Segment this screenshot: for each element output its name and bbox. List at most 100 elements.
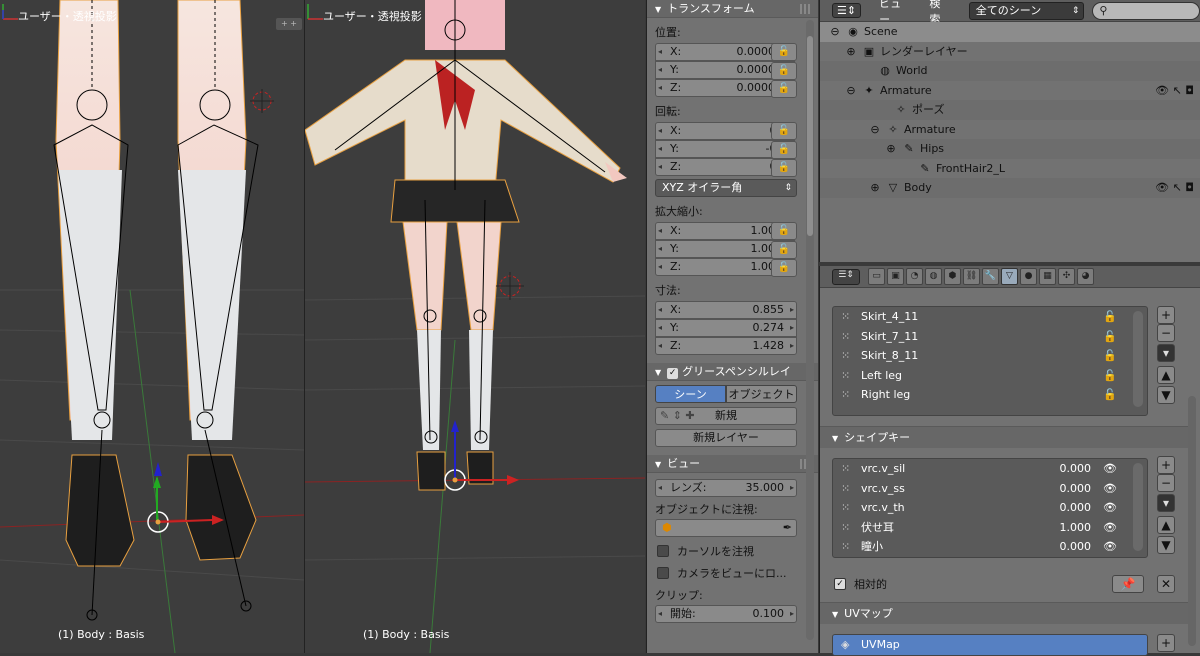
lock-icon[interactable]: 🔓: [771, 122, 797, 140]
lock-icon[interactable]: 🔓: [1103, 307, 1117, 327]
eye-icon[interactable]: 👁: [1103, 537, 1117, 557]
render-tab-icon[interactable]: ▭: [868, 268, 885, 285]
new-layer-button[interactable]: 新規レイヤー: [655, 429, 797, 447]
add-vertex-group-button[interactable]: +: [1157, 306, 1175, 324]
outliner-row[interactable]: ◍ World: [820, 61, 1200, 81]
lock-icon[interactable]: 🔓: [771, 259, 797, 277]
lock-icon[interactable]: 🔓: [1103, 346, 1117, 366]
expand-icon[interactable]: ⊕: [884, 139, 898, 159]
list-scrollbar[interactable]: [1133, 463, 1143, 551]
expand-icon[interactable]: ⊕: [844, 42, 858, 62]
list-item[interactable]: ⁙ 瞳小 0.000 👁: [833, 537, 1147, 557]
drag-handle-icon[interactable]: [800, 4, 812, 14]
tab-object[interactable]: オブジェクト: [726, 385, 797, 403]
lens-field[interactable]: レンズ:35.000: [655, 479, 797, 497]
list-item[interactable]: ⁙ 伏せ耳 1.000 👁: [833, 518, 1147, 538]
new-grease-button[interactable]: ✎ ⇕ ✚ 新規: [655, 407, 797, 425]
add-shape-key-button[interactable]: +: [1157, 456, 1175, 474]
view-panel-header[interactable]: ▼ ビュー: [647, 455, 818, 473]
eye-icon[interactable]: 👁: [1103, 498, 1117, 518]
scene-tab-icon[interactable]: ◔: [906, 268, 923, 285]
shape-key-value[interactable]: 0.000: [1060, 537, 1092, 557]
specials-menu-icon[interactable]: ▾: [1157, 344, 1175, 362]
list-item[interactable]: ◈ UVMap: [833, 635, 1147, 655]
outliner-row[interactable]: ✧ ポーズ: [820, 100, 1200, 120]
clip-start-field[interactable]: 開始:0.100: [655, 605, 797, 623]
lock-icon[interactable]: 🔓: [771, 43, 797, 61]
transform-panel-header[interactable]: ▼ トランスフォーム: [647, 0, 818, 18]
panel-scrollbar[interactable]: [806, 20, 814, 640]
outliner-row[interactable]: ⊕ ▽ Body 👁 ↖ ◘: [820, 178, 1200, 198]
lock-icon[interactable]: 🔓: [771, 141, 797, 159]
outliner-row[interactable]: ⊕ ✎ Hips: [820, 139, 1200, 159]
move-up-button[interactable]: ▲: [1157, 366, 1175, 384]
move-up-button[interactable]: ▲: [1157, 516, 1175, 534]
dimensions-y-field[interactable]: Y:0.274: [655, 319, 797, 337]
shape-key-value[interactable]: 1.000: [1060, 518, 1092, 538]
list-item[interactable]: ⁙ vrc.v_sil 0.000 👁: [833, 459, 1147, 479]
outliner-row[interactable]: ⊖ ✦ Armature 👁 ↖ ◘: [820, 81, 1200, 101]
list-item[interactable]: ⁙ Right leg 🔓: [833, 385, 1147, 405]
list-item[interactable]: ⁙ Skirt_8_11 🔓: [833, 346, 1147, 366]
clear-icon[interactable]: ✕: [1157, 575, 1175, 593]
eye-icon[interactable]: 👁: [1103, 479, 1117, 499]
dimensions-x-field[interactable]: X:0.855: [655, 301, 797, 319]
move-down-button[interactable]: ▼: [1157, 536, 1175, 554]
lock-icon[interactable]: 🔓: [771, 62, 797, 80]
list-item[interactable]: ⁙ Left leg 🔓: [833, 366, 1147, 386]
outliner-row[interactable]: ⊖ ◉ Scene: [820, 22, 1200, 42]
eye-icon[interactable]: 👁: [1103, 518, 1117, 538]
editor-type-icon[interactable]: ☰⇕: [832, 3, 862, 18]
shape-key-value[interactable]: 0.000: [1060, 459, 1092, 479]
expand-icon[interactable]: ⊖: [828, 22, 842, 42]
shape-key-value[interactable]: 0.000: [1060, 479, 1092, 499]
eyedropper-icon[interactable]: ✒: [783, 520, 792, 536]
viewport-left-corner-widget[interactable]: + +: [276, 18, 302, 30]
world-tab-icon[interactable]: ◍: [925, 268, 942, 285]
outliner-row[interactable]: ✎ FrontHair2_L: [820, 159, 1200, 179]
shape-key-value[interactable]: 0.000: [1060, 498, 1092, 518]
lock-icon[interactable]: 🔓: [771, 80, 797, 98]
grease-pencil-panel-header[interactable]: ▼ ✓ グリースペンシルレイ: [647, 363, 818, 381]
object-tab-icon[interactable]: ⬢: [944, 268, 961, 285]
list-scrollbar[interactable]: [1133, 311, 1143, 407]
material-tab-icon[interactable]: ●: [1020, 268, 1037, 285]
search-input[interactable]: ⚲: [1092, 1, 1200, 20]
lock-object-field[interactable]: ⬢ ✒: [655, 519, 797, 537]
display-mode-select[interactable]: 全てのシーン: [968, 1, 1085, 20]
lock-icon[interactable]: 🔓: [771, 159, 797, 177]
list-item[interactable]: ⁙ Skirt_4_11 🔓: [833, 307, 1147, 327]
properties-scrollbar[interactable]: [1188, 396, 1196, 646]
particles-tab-icon[interactable]: ✣: [1058, 268, 1075, 285]
expand-icon[interactable]: ⊖: [868, 120, 882, 140]
editor-type-icon[interactable]: ☰⇕: [832, 269, 860, 285]
uv-maps-header[interactable]: ▼ UVマップ: [820, 602, 1188, 624]
lock-icon[interactable]: 🔓: [1103, 327, 1117, 347]
dimensions-z-field[interactable]: Z:1.428: [655, 337, 797, 355]
eye-icon[interactable]: 👁: [1103, 459, 1117, 479]
texture-tab-icon[interactable]: ▦: [1039, 268, 1056, 285]
specials-menu-icon[interactable]: ▾: [1157, 494, 1175, 512]
list-item[interactable]: ⁙ Skirt_7_11 🔓: [833, 327, 1147, 347]
remove-shape-key-button[interactable]: −: [1157, 474, 1175, 492]
move-down-button[interactable]: ▼: [1157, 386, 1175, 404]
lock-icon[interactable]: 🔓: [1103, 385, 1117, 405]
constraints-tab-icon[interactable]: ⛓: [963, 268, 980, 285]
data-tab-icon[interactable]: ▽: [1001, 268, 1018, 285]
physics-tab-icon[interactable]: ◕: [1077, 268, 1094, 285]
lock-icon[interactable]: 🔓: [771, 241, 797, 259]
remove-vertex-group-button[interactable]: −: [1157, 324, 1175, 342]
expand-icon[interactable]: ⊕: [868, 178, 882, 198]
lock-icon[interactable]: 🔓: [771, 222, 797, 240]
layers-tab-icon[interactable]: ▣: [887, 268, 904, 285]
visibility-icons[interactable]: 👁 ↖ ◘: [1155, 178, 1194, 198]
shape-keys-header[interactable]: ▼ シェイプキー: [820, 426, 1188, 448]
lock-cursor-checkbox[interactable]: カーソルを注視: [657, 543, 818, 559]
tab-scene[interactable]: シーン: [655, 385, 726, 403]
viewport-left[interactable]: ユーザー・透視投影 + + (1) Body : Basis: [0, 0, 304, 653]
expand-icon[interactable]: ⊖: [844, 81, 858, 101]
add-uv-map-button[interactable]: +: [1157, 634, 1175, 652]
list-item[interactable]: ⁙ vrc.v_ss 0.000 👁: [833, 479, 1147, 499]
outliner-row[interactable]: ⊕ ▣ レンダーレイヤー: [820, 42, 1200, 62]
lock-icon[interactable]: 🔓: [1103, 366, 1117, 386]
